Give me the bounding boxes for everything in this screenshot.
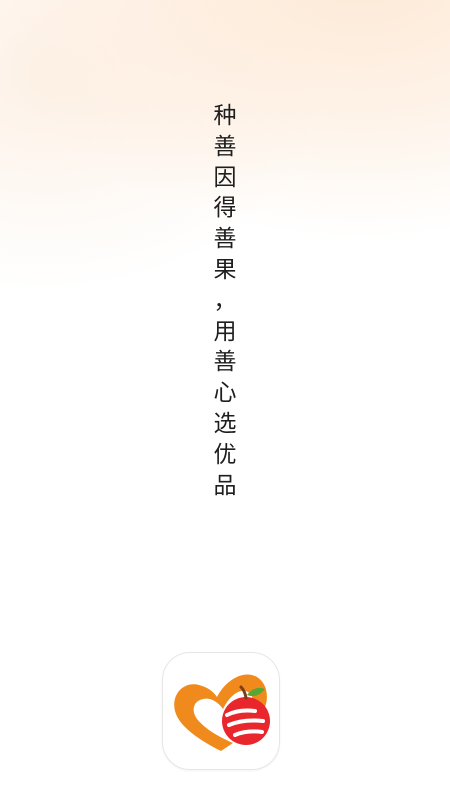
slogan-char: 因 xyxy=(213,164,237,191)
slogan-char: 心 xyxy=(213,380,237,407)
slogan-char: 善 xyxy=(213,226,237,253)
slogan-char: 善 xyxy=(213,349,237,376)
splash-screen: 种 善 因 得 善 果 ， 用 善 心 选 优 品 xyxy=(0,0,450,800)
slogan-char: 选 xyxy=(213,410,237,437)
slogan-vertical: 种 善 因 得 善 果 ， 用 善 心 选 优 品 xyxy=(211,101,239,501)
slogan-char: 种 xyxy=(213,103,237,129)
slogan-char: 得 xyxy=(213,195,237,222)
slogan-char: 用 xyxy=(213,318,237,345)
app-logo xyxy=(162,652,280,770)
slogan-char: ， xyxy=(213,287,237,314)
slogan-char: 善 xyxy=(213,133,237,160)
heart-apple-logo-icon xyxy=(174,674,270,751)
slogan-char: 品 xyxy=(213,472,237,499)
slogan-char: 优 xyxy=(213,441,237,468)
slogan-char: 果 xyxy=(213,256,237,283)
